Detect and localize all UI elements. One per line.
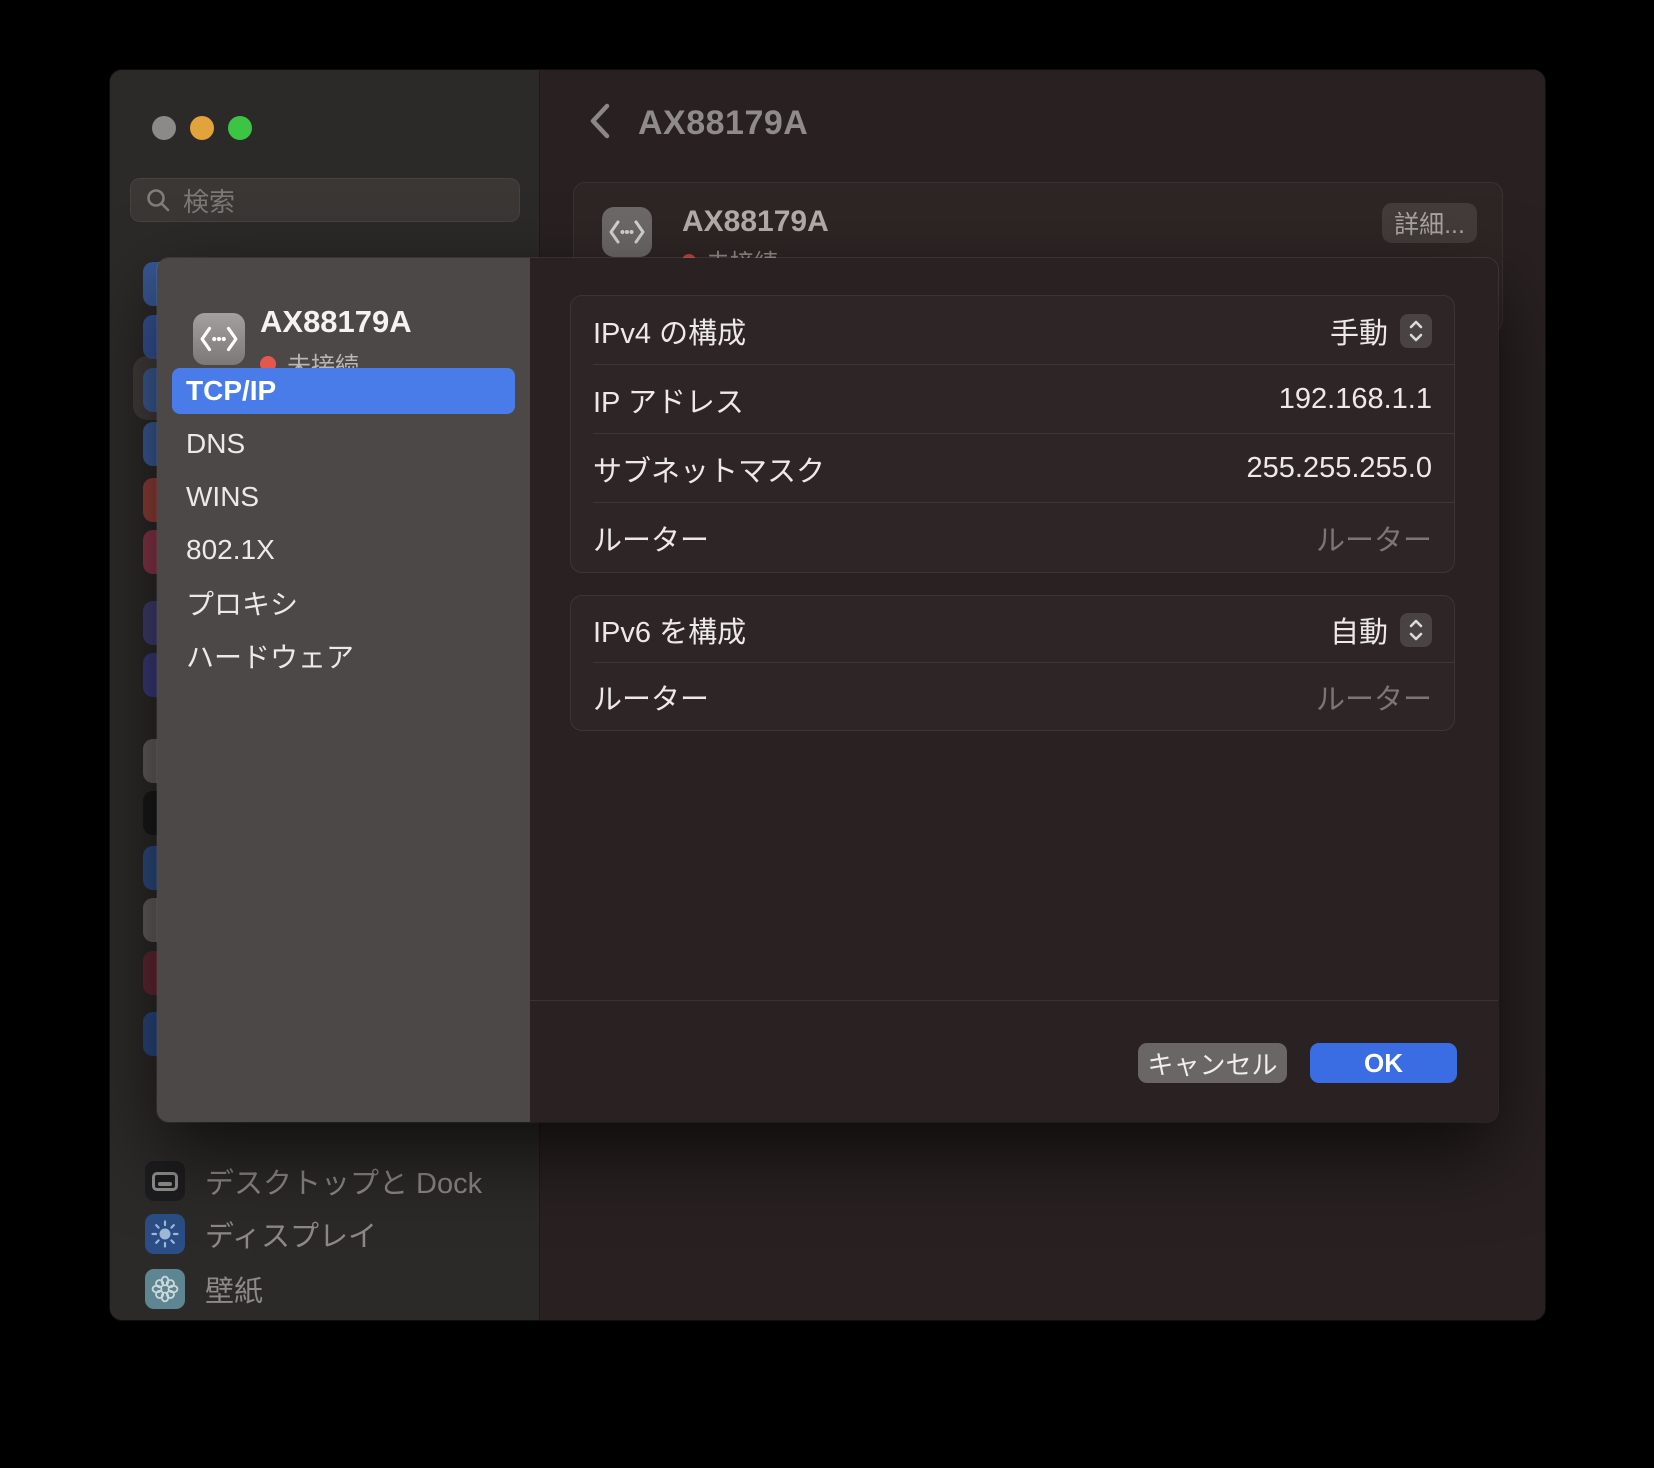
wallpaper-icon bbox=[145, 1269, 185, 1309]
display-icon bbox=[145, 1214, 185, 1254]
popup-selected-value: 自動 bbox=[1330, 609, 1388, 651]
tab-8021x[interactable]: 802.1X bbox=[172, 527, 515, 573]
window-close-button[interactable] bbox=[152, 116, 176, 140]
dialog-tab-list: TCP/IP DNS WINS 802.1X プロキシ ハードウェア bbox=[172, 368, 515, 679]
field-label: ルーター bbox=[593, 517, 709, 559]
window-minimize-button[interactable] bbox=[190, 116, 214, 140]
sidebar-item-display[interactable]: ディスプレイ bbox=[110, 1211, 540, 1257]
ok-button[interactable]: OK bbox=[1310, 1043, 1457, 1083]
page-header: AX88179A bbox=[540, 70, 1545, 170]
device-name: AX88179A bbox=[682, 205, 829, 239]
tcpip-settings-dialog: AX88179A 未接続 TCP/IP DNS WINS 802.1X プロキシ… bbox=[157, 258, 1498, 1122]
search-input[interactable]: 検索 bbox=[130, 178, 520, 222]
popup-selected-value: 手動 bbox=[1330, 310, 1388, 352]
desktop-dock-icon bbox=[145, 1161, 185, 1201]
router-field[interactable]: ルーター bbox=[1316, 517, 1432, 559]
dialog-sidebar: AX88179A 未接続 TCP/IP DNS WINS 802.1X プロキシ… bbox=[157, 258, 530, 1122]
ipv6-settings-group: IPv6 を構成 自動 ルーター bbox=[570, 595, 1455, 731]
router-field[interactable]: ルーター bbox=[1316, 676, 1432, 718]
back-chevron-icon[interactable] bbox=[588, 102, 612, 140]
field-label: IPv4 の構成 bbox=[593, 310, 746, 352]
system-settings-window: 検索 デスクトップと Dock bbox=[110, 70, 1545, 1320]
ipv4-router-row: ルーター ルーター bbox=[571, 503, 1454, 572]
search-icon bbox=[145, 187, 171, 213]
ipv4-settings-group: IPv4 の構成 手動 IP アドレス bbox=[570, 295, 1455, 573]
ip-address-field[interactable]: 192.168.1.1 bbox=[1279, 383, 1432, 416]
search-placeholder: 検索 bbox=[183, 182, 235, 219]
dialog-device-name: AX88179A bbox=[260, 304, 412, 340]
popup-chevrons-icon[interactable] bbox=[1400, 613, 1432, 647]
field-label: IPv6 を構成 bbox=[593, 609, 746, 651]
ipv4-configure-row: IPv4 の構成 手動 bbox=[571, 296, 1454, 365]
tab-hardware[interactable]: ハードウェア bbox=[172, 633, 515, 679]
footer-divider bbox=[530, 1000, 1498, 1001]
sidebar-item-label: ディスプレイ bbox=[205, 1213, 377, 1255]
dialog-main-pane: IPv4 の構成 手動 IP アドレス bbox=[530, 258, 1498, 1122]
field-label: ルーター bbox=[593, 676, 709, 718]
tab-proxy[interactable]: プロキシ bbox=[172, 580, 515, 626]
popup-chevrons-icon[interactable] bbox=[1400, 314, 1432, 348]
ip-address-row: IP アドレス 192.168.1.1 bbox=[571, 365, 1454, 434]
page-title: AX88179A bbox=[638, 104, 808, 143]
ethernet-adapter-icon bbox=[602, 207, 652, 257]
subnet-mask-row: サブネットマスク 255.255.255.0 bbox=[571, 434, 1454, 503]
details-button[interactable]: 詳細... bbox=[1382, 203, 1477, 243]
tab-tcpip[interactable]: TCP/IP bbox=[172, 368, 515, 414]
field-label: サブネットマスク bbox=[593, 448, 825, 490]
sidebar-item-wallpaper[interactable]: 壁紙 bbox=[110, 1266, 540, 1312]
tab-dns[interactable]: DNS bbox=[172, 421, 515, 467]
subnet-mask-field[interactable]: 255.255.255.0 bbox=[1247, 452, 1432, 485]
window-zoom-button[interactable] bbox=[228, 116, 252, 140]
sidebar-item-label: 壁紙 bbox=[205, 1268, 263, 1310]
sidebar-item-label: デスクトップと Dock bbox=[205, 1160, 482, 1202]
cancel-button[interactable]: キャンセル bbox=[1138, 1043, 1287, 1083]
ipv6-router-row: ルーター ルーター bbox=[571, 663, 1454, 730]
tab-wins[interactable]: WINS bbox=[172, 474, 515, 520]
sidebar-item-desktop-and-dock[interactable]: デスクトップと Dock bbox=[110, 1158, 540, 1204]
field-label: IP アドレス bbox=[593, 379, 744, 421]
desktop-background: 検索 デスクトップと Dock bbox=[0, 0, 1654, 1468]
ipv6-configure-row: IPv6 を構成 自動 bbox=[571, 596, 1454, 663]
ethernet-adapter-icon bbox=[193, 313, 245, 365]
